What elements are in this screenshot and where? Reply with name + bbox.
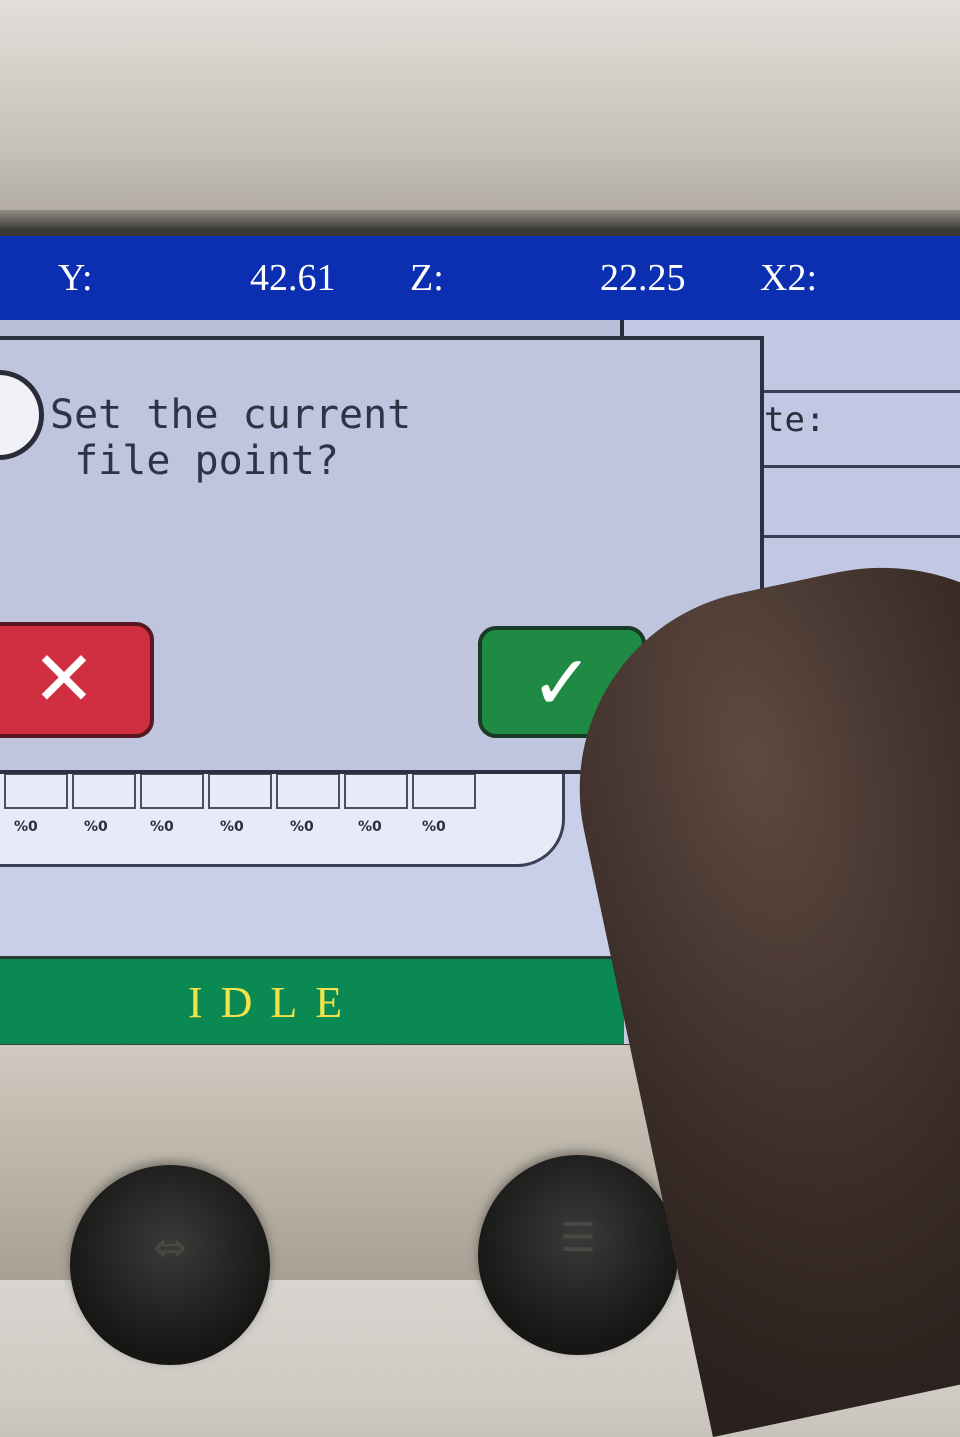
progress-label: %0 bbox=[14, 819, 38, 835]
arrows-icon: ⇔ bbox=[153, 1225, 187, 1271]
progress-indicator: %0 %0 %0 %0 %0 %0 %0 bbox=[0, 766, 565, 867]
progress-cell bbox=[140, 773, 204, 809]
divider bbox=[764, 535, 960, 538]
info-icon bbox=[0, 370, 44, 460]
z-axis-label: Z: bbox=[410, 257, 444, 299]
progress-label: %0 bbox=[358, 819, 382, 835]
y-axis-value: 42.61 bbox=[250, 257, 336, 299]
dialog-message: Set the current file point? bbox=[50, 392, 412, 484]
progress-cell bbox=[412, 773, 476, 809]
device-bezel-top bbox=[0, 0, 960, 210]
progress-label: %0 bbox=[290, 819, 314, 835]
progress-cell bbox=[72, 773, 136, 809]
divider bbox=[764, 390, 960, 393]
progress-cell bbox=[208, 773, 272, 809]
x2-axis-label: X2: bbox=[760, 257, 817, 299]
progress-label: %0 bbox=[422, 819, 446, 835]
y-axis-label: Y: bbox=[58, 257, 93, 299]
progress-cell bbox=[344, 773, 408, 809]
close-icon: ✕ bbox=[32, 634, 96, 723]
menu-icon: ☰ bbox=[560, 1215, 596, 1261]
hardware-button-left[interactable]: ⇔ bbox=[70, 1165, 270, 1365]
cancel-button[interactable]: ✕ bbox=[0, 622, 154, 738]
machine-status: IDLE bbox=[188, 978, 361, 1027]
progress-label: %0 bbox=[150, 819, 174, 835]
divider bbox=[764, 465, 960, 468]
progress-label: %0 bbox=[84, 819, 108, 835]
progress-label: %0 bbox=[220, 819, 244, 835]
status-bar: IDLE bbox=[0, 956, 624, 1044]
hardware-button-right[interactable]: ☰ bbox=[478, 1155, 678, 1355]
complete-label: te: bbox=[764, 400, 826, 440]
progress-area: %0 %0 %0 %0 %0 %0 %0 bbox=[0, 766, 620, 956]
coordinate-bar: Y: 42.61 Z: 22.25 X2: bbox=[0, 236, 960, 320]
z-axis-value: 22.25 bbox=[600, 257, 686, 299]
progress-cell bbox=[276, 773, 340, 809]
progress-cell bbox=[4, 773, 68, 809]
